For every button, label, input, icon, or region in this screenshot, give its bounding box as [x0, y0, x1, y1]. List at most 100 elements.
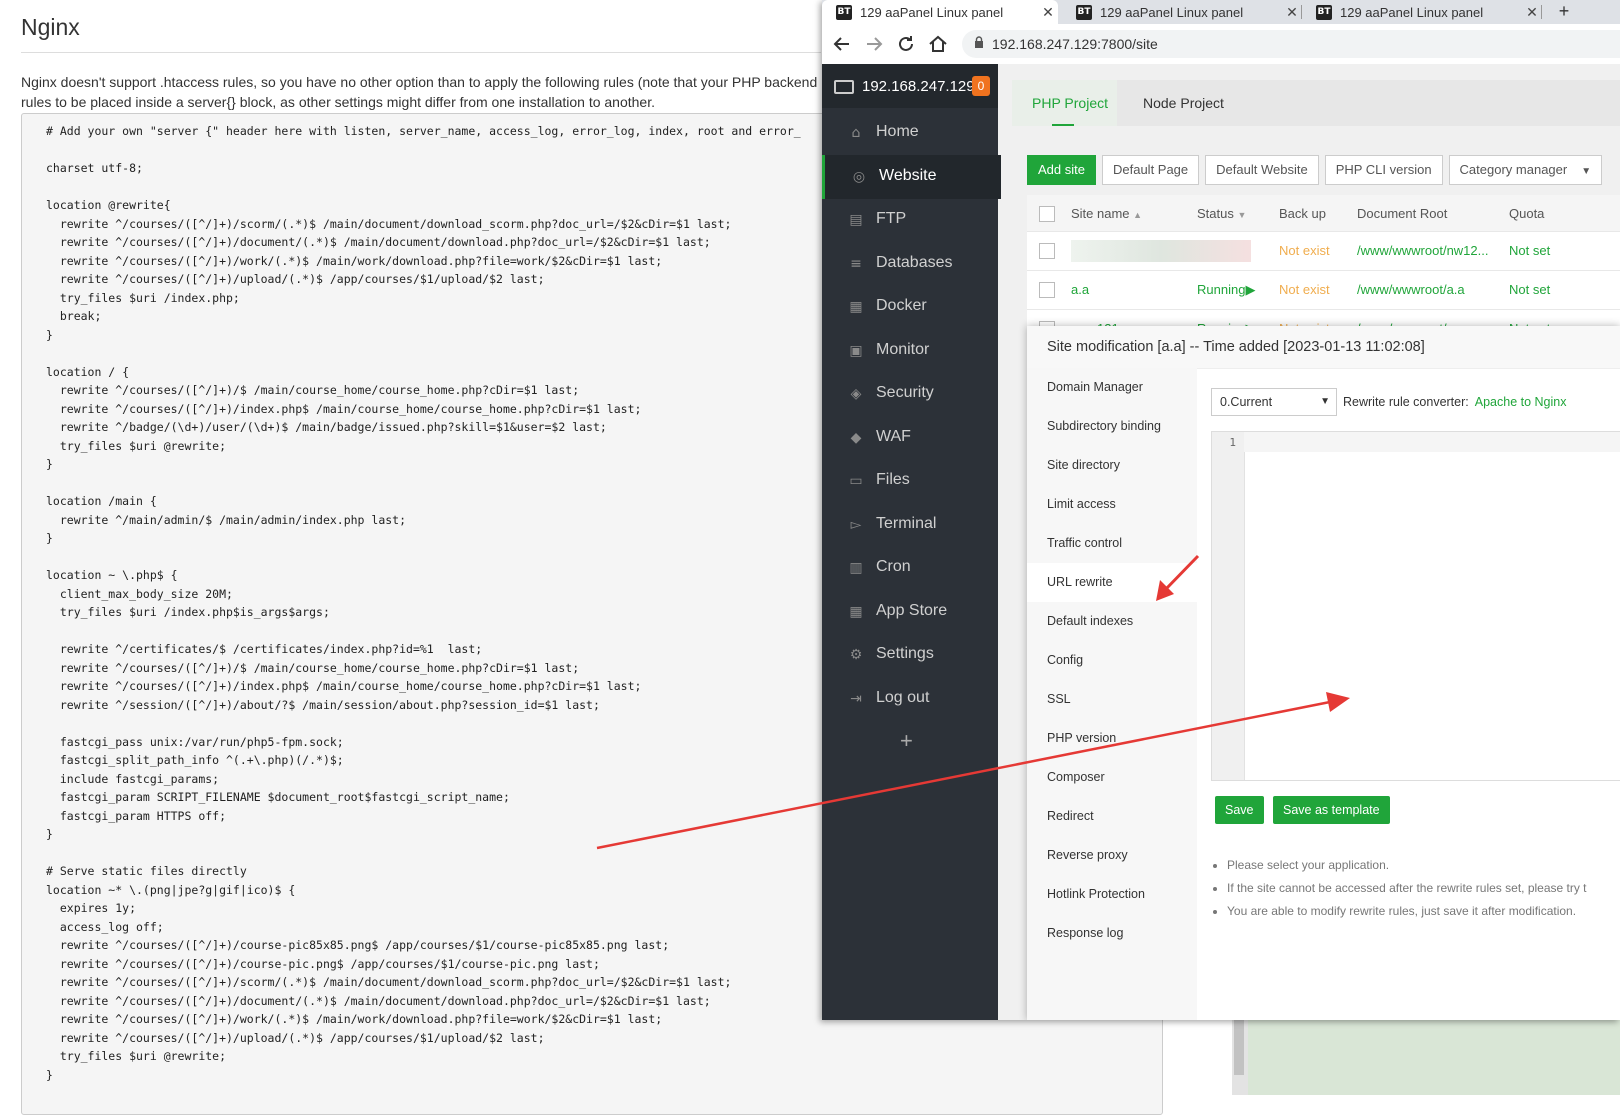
nav-item-label: Limit access [1047, 497, 1116, 511]
nav-item-domain-manager[interactable]: Domain Manager [1027, 368, 1197, 407]
apache-to-nginx-link[interactable]: Apache to Nginx [1475, 395, 1567, 409]
nav-item-limit-access[interactable]: Limit access [1027, 485, 1197, 524]
save-as-template-button[interactable]: Save as template [1273, 796, 1390, 824]
php-cli-version-button[interactable]: PHP CLI version [1324, 155, 1443, 185]
select-value: 0.Current [1220, 395, 1273, 409]
sidebar-item-label: Cron [876, 558, 911, 575]
document-root-cell[interactable]: /www/wwwroot/nw12... [1357, 243, 1488, 258]
lock-icon [975, 36, 983, 48]
url-rewrite-panel: 0.Current ▼ Rewrite rule converter: Apache… [1197, 368, 1620, 1020]
nav-item-ssl[interactable]: SSL [1027, 680, 1197, 719]
sidebar-item-label: Files [876, 471, 910, 488]
globe-icon: ◎ [852, 169, 866, 185]
nav-item-default-indexes[interactable]: Default indexes [1027, 602, 1197, 641]
default-website-button[interactable]: Default Website [1205, 155, 1319, 185]
nav-item-label: Traffic control [1047, 536, 1123, 550]
quota-cell[interactable]: Not set [1509, 243, 1550, 258]
sidebar-item-settings[interactable]: ⚙ Settings [822, 633, 998, 677]
close-tab-icon[interactable]: ✕ [1522, 4, 1542, 21]
status-cell[interactable]: Running▶ [1197, 282, 1255, 298]
caret-down-icon: ▼ [1581, 166, 1592, 177]
nav-item-traffic-control[interactable]: Traffic control [1027, 524, 1197, 563]
nav-item-hotlink-protection[interactable]: Hotlink Protection [1027, 875, 1197, 914]
table-row[interactable]: a.a Running▶ Not exist /www/wwwroot/a.a … [1027, 271, 1620, 310]
browser-tab-1[interactable]: BT 129 aaPanel Linux panel ✕ [822, 0, 1058, 24]
back-arrow-icon[interactable] [830, 32, 854, 56]
alert-badge[interactable]: 0 [972, 76, 990, 96]
tab-separator [1541, 5, 1542, 19]
nav-item-response-log[interactable]: Response log [1027, 914, 1197, 953]
sidebar-item-app-store[interactable]: ▦ App Store [822, 590, 998, 634]
nav-item-label: Domain Manager [1047, 380, 1143, 394]
tab-node-project[interactable]: Node Project [1117, 80, 1247, 126]
document-root-cell[interactable]: /www/wwwroot/a.a [1357, 282, 1465, 297]
grid-icon: ▦ [849, 604, 863, 620]
chevron-down-icon: ▼ [1320, 396, 1330, 407]
new-tab-button[interactable]: + [1552, 0, 1576, 24]
table-row[interactable]: Not exist /www/wwwroot/nw12... Not set [1027, 232, 1620, 271]
sidebar-item-databases[interactable]: ≡ Databases [822, 242, 998, 286]
nav-item-composer[interactable]: Composer [1027, 758, 1197, 797]
nav-item-php-version[interactable]: PHP version [1027, 719, 1197, 758]
nav-item-site-directory[interactable]: Site directory [1027, 446, 1197, 485]
sidebar-item-ftp[interactable]: ▤ FTP [822, 198, 998, 242]
reload-icon[interactable] [894, 32, 918, 56]
sidebar-item-files[interactable]: ▭ Files [822, 459, 998, 503]
play-icon: ▶ [1245, 282, 1256, 297]
page-title: Nginx [21, 14, 80, 40]
nav-item-label: Redirect [1047, 809, 1094, 823]
default-page-button[interactable]: Default Page [1101, 155, 1200, 185]
site-name-cell[interactable]: a.a [1071, 282, 1089, 297]
select-all-checkbox[interactable] [1039, 206, 1055, 222]
ftp-icon: ▤ [849, 212, 863, 228]
sidebar-item-terminal[interactable]: ▻ Terminal [822, 503, 998, 547]
add-plus-icon[interactable]: + [900, 728, 913, 754]
sidebar-item-website[interactable]: ◎ Website [822, 155, 1001, 199]
quota-cell[interactable]: Not set [1509, 282, 1550, 297]
scrollbar-thumb[interactable] [1234, 1015, 1244, 1075]
col-site-name[interactable]: Site name ▲ [1071, 206, 1142, 221]
nav-item-subdirectory-binding[interactable]: Subdirectory binding [1027, 407, 1197, 446]
forward-arrow-icon[interactable] [862, 32, 886, 56]
rewrite-template-select[interactable]: 0.Current ▼ [1211, 388, 1337, 416]
close-tab-icon[interactable]: ✕ [1038, 4, 1058, 21]
browser-tab-3[interactable]: BT 129 aaPanel Linux panel ✕ [1302, 0, 1542, 24]
category-manager-dropdown[interactable]: Category manager ▼ [1448, 155, 1603, 185]
close-tab-icon[interactable]: ✕ [1282, 4, 1302, 21]
browser-tab-2[interactable]: BT 129 aaPanel Linux panel ✕ [1062, 0, 1302, 24]
sidebar-item-waf[interactable]: ◆ WAF [822, 416, 998, 460]
status-label: Running [1197, 282, 1246, 297]
bt-favicon-icon: BT [836, 4, 852, 20]
sidebar-item-monitor[interactable]: ▣ Monitor [822, 329, 998, 373]
col-quota: Quota [1509, 206, 1545, 221]
col-status[interactable]: Status ▼ [1197, 206, 1246, 221]
add-site-button[interactable]: Add site [1027, 155, 1096, 185]
nav-item-reverse-proxy[interactable]: Reverse proxy [1027, 836, 1197, 875]
nav-item-config[interactable]: Config [1027, 641, 1197, 680]
sidebar-item-label: Home [876, 123, 919, 140]
rewrite-rules-editor[interactable]: 1 [1211, 431, 1620, 781]
home-icon[interactable] [926, 32, 950, 56]
sidebar-item-security[interactable]: ◈ Security [822, 372, 998, 416]
backup-cell[interactable]: Not exist [1279, 243, 1330, 258]
backup-cell[interactable]: Not exist [1279, 282, 1330, 297]
tab-php-project[interactable]: PHP Project [1012, 80, 1117, 126]
nav-item-url-rewrite[interactable]: URL rewrite [1027, 563, 1197, 602]
row-checkbox[interactable] [1039, 282, 1055, 298]
sidebar-item-docker[interactable]: ▦ Docker [822, 285, 998, 329]
sidebar-item-log-out[interactable]: ⇥ Log out [822, 677, 998, 721]
project-tabs: PHP Project Node Project [1012, 80, 1620, 126]
dialog-title-bar[interactable]: Site modification [a.a] -- Time added [2… [1027, 326, 1620, 369]
title-divider [21, 52, 821, 53]
server-ip: 192.168.247.129 [862, 78, 975, 95]
help-tips: Please select your application. If the s… [1213, 854, 1587, 923]
nav-item-redirect[interactable]: Redirect [1027, 797, 1197, 836]
row-checkbox[interactable] [1039, 243, 1055, 259]
server-header[interactable]: 192.168.247.129 0 [822, 64, 998, 108]
url-field[interactable]: 192.168.247.129:7800/site [962, 30, 1620, 58]
sidebar-item-cron[interactable]: ▥ Cron [822, 546, 998, 590]
sidebar-item-home[interactable]: ⌂ Home [822, 111, 998, 155]
tab-label: PHP Project [1032, 95, 1108, 111]
sidebar-item-label: App Store [876, 602, 948, 619]
save-button[interactable]: Save [1215, 796, 1264, 824]
